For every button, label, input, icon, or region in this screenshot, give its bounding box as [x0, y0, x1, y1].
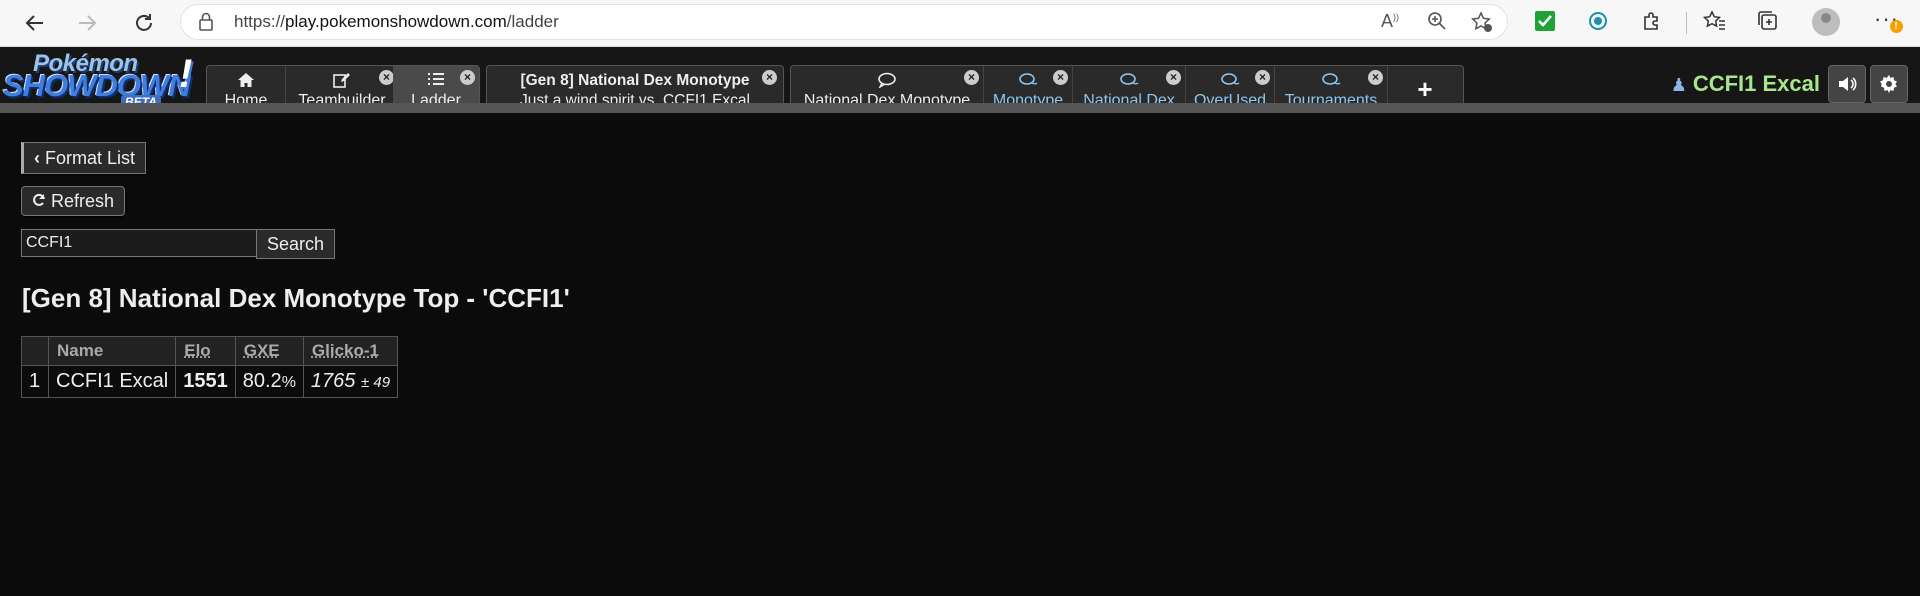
- glicko-deviation: ± 49: [360, 374, 391, 391]
- toolbar-divider: [1686, 12, 1687, 34]
- logo-exclamation: !: [179, 52, 193, 96]
- tab-teambuilder-close-icon[interactable]: ×: [379, 70, 394, 85]
- profile-avatar-icon[interactable]: [1812, 8, 1840, 36]
- glicko-abbr: Glicko-1: [311, 341, 380, 360]
- url-scheme: https://: [234, 12, 286, 31]
- ladder-panel: ‹ Format List Refresh Search [Gen 8] Nat…: [0, 113, 1920, 596]
- ladder-table: Name Elo GXE Glicko-1 1 CCFI1 Excal 1551…: [21, 336, 399, 398]
- collections-icon[interactable]: [1756, 9, 1782, 35]
- username-text: CCFI1 Excal: [1692, 71, 1820, 96]
- logo-showdown-text: SHOWDOWN: [3, 68, 191, 103]
- tab-battle-format: [Gen 8] National Dex Monotype: [520, 72, 750, 89]
- settings-button[interactable]: [1870, 65, 1908, 103]
- tab-room-close-icon[interactable]: ×: [964, 70, 979, 85]
- name-column-header: Name: [47, 336, 177, 366]
- forward-arrow-icon[interactable]: [72, 8, 102, 38]
- glicko-value: 1765: [310, 370, 356, 392]
- gxe-column-header[interactable]: GXE: [234, 336, 304, 366]
- format-list-label: Format List: [45, 148, 136, 168]
- favorites-icon[interactable]: [1702, 9, 1729, 35]
- glicko-column-header[interactable]: Glicko-1: [302, 336, 399, 366]
- elo-column-header[interactable]: Elo: [175, 336, 236, 366]
- user-icon: ♟: [1670, 75, 1687, 95]
- chevron-left-icon: ‹: [34, 148, 40, 168]
- url-text[interactable]: https://play.pokemonshowdown.com/ladder: [234, 12, 559, 32]
- chat-bubble-icon: [791, 72, 983, 90]
- pokemon-showdown-logo[interactable]: Pokémon SHOWDOWN ! BETA: [3, 50, 203, 109]
- user-bar: ♟ CCFI1 Excal: [1620, 65, 1920, 103]
- zoom-icon[interactable]: [1425, 11, 1449, 35]
- tab-ladder-close-icon[interactable]: ×: [460, 70, 475, 85]
- home-icon: [207, 72, 285, 90]
- more-menu-icon[interactable]: ···!: [1874, 6, 1903, 33]
- refresh-icon: [32, 191, 51, 211]
- ladder-search-input[interactable]: [21, 229, 263, 257]
- volume-icon: [1839, 77, 1857, 91]
- ladder-heading: [Gen 8] National Dex Monotype Top - 'CCF…: [22, 283, 570, 313]
- gear-icon: [1880, 75, 1897, 93]
- target-extension-icon[interactable]: [1586, 9, 1612, 35]
- tab-room-close-icon[interactable]: ×: [1255, 70, 1270, 85]
- format-list-button[interactable]: ‹ Format List: [21, 142, 147, 174]
- rank-column-header: [21, 336, 49, 366]
- search-button[interactable]: Search: [256, 229, 336, 259]
- tab-room-close-icon[interactable]: ×: [1053, 70, 1068, 85]
- gxe-cell: 80.2%: [234, 365, 304, 398]
- gxe-unit: %: [281, 374, 296, 391]
- back-arrow-icon[interactable]: [20, 8, 50, 38]
- username-button[interactable]: ♟ CCFI1 Excal: [1671, 71, 1820, 97]
- reload-icon[interactable]: [129, 8, 159, 38]
- tab-room-close-icon[interactable]: ×: [1166, 70, 1181, 85]
- extensions-puzzle-icon[interactable]: [1640, 9, 1666, 35]
- url-path: /ladder: [506, 12, 559, 31]
- checkmark-extension-icon[interactable]: [1533, 9, 1559, 35]
- browser-toolbar: https://play.pokemonshowdown.com/ladder …: [0, 0, 1920, 47]
- tab-room-close-icon[interactable]: ×: [1368, 70, 1383, 85]
- glicko-cell: 1765 ± 49: [302, 365, 399, 398]
- ps-header: Pokémon SHOWDOWN ! BETA Home Teambuilder…: [0, 47, 1920, 113]
- notification-badge: !: [1890, 20, 1903, 33]
- read-aloud-icon[interactable]: A)): [1378, 11, 1402, 35]
- ladder-table-header-row: Name Elo GXE Glicko-1: [21, 336, 399, 366]
- url-host: play.pokemonshowdown.com: [285, 12, 507, 31]
- favorite-add-icon[interactable]: [1470, 11, 1494, 35]
- refresh-label: Refresh: [51, 191, 115, 211]
- player-name-cell[interactable]: CCFI1 Excal: [47, 365, 177, 398]
- refresh-button[interactable]: Refresh: [21, 186, 126, 216]
- address-bar[interactable]: https://play.pokemonshowdown.com/ladder …: [180, 4, 1508, 40]
- elo-abbr: Elo: [184, 341, 211, 360]
- volume-button[interactable]: [1828, 65, 1866, 103]
- rank-cell: 1: [21, 365, 49, 398]
- table-row: 1 CCFI1 Excal 1551 80.2% 1765 ± 49: [21, 365, 399, 398]
- tab-battle-close-icon[interactable]: ×: [762, 70, 777, 85]
- elo-cell: 1551: [175, 365, 236, 398]
- lock-icon[interactable]: [198, 12, 214, 37]
- gxe-value: 80.2: [242, 370, 282, 392]
- gxe-abbr: GXE: [243, 341, 280, 360]
- header-stripe: [0, 103, 1920, 113]
